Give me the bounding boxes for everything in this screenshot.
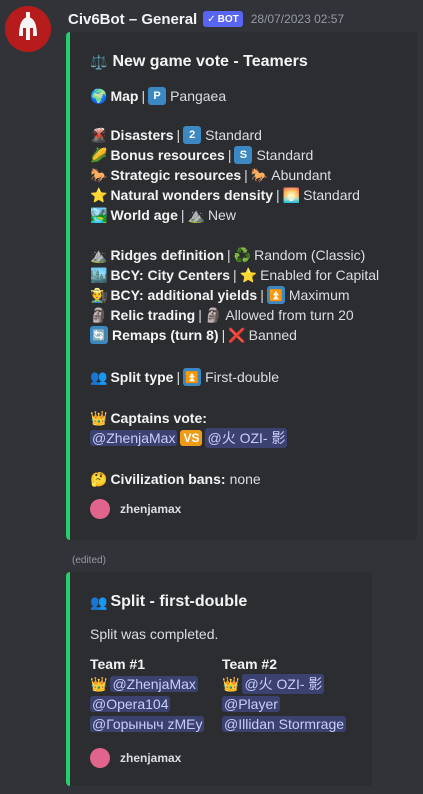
split-title: Split - first-double [110, 593, 248, 610]
volcano-icon: 🌋 [90, 126, 108, 143]
bonus-label: Bonus resources [110, 147, 225, 163]
check-icon: ✓ [207, 13, 216, 25]
timestamp: 28/07/2023 02:57 [250, 12, 345, 26]
remaps-value: Banned [248, 327, 297, 343]
team-1-member[interactable]: @Opera104 [90, 696, 171, 712]
footer-name: zhenjamax [120, 502, 182, 516]
worldage-label: World age [110, 207, 178, 223]
team-1-column: Team #1 👑 @ZhenjaMax @Opera104 @Горыныч … [90, 654, 205, 734]
worldage-value: New [207, 207, 236, 223]
disasters-value: Standard [205, 127, 262, 143]
mention-captain-1[interactable]: @ZhenjaMax [90, 430, 178, 446]
vote-embed: ⚖️ New game vote - Teamers 🌍 Map | P Pan… [66, 32, 417, 540]
city-icon: 🏙️ [90, 266, 108, 283]
spartan-helmet-icon [5, 6, 51, 52]
split-embed: 👥 Split - first-double Split was complet… [66, 572, 372, 786]
relic-value: Allowed from turn 20 [225, 307, 354, 323]
scales-icon: ⚖️ [90, 53, 108, 70]
repeat-icon: 🔄 [90, 326, 108, 344]
ridges-label: Ridges definition [110, 247, 224, 263]
edited-label: (edited) [72, 555, 106, 566]
mountain-icon: ⛰️ [90, 246, 108, 263]
captains-label: Captains vote: [110, 410, 207, 426]
moai-icon: 🗿 [204, 306, 223, 323]
embed-title: New game vote - Teamers [112, 53, 308, 70]
team-1-member[interactable]: @ZhenjaMax [110, 676, 198, 692]
farmer-icon: 🧑‍🌾 [90, 286, 108, 303]
cross-mark-icon: ❌ [228, 326, 246, 343]
bcy-centers-value: Enabled for Capital [260, 267, 380, 283]
bonus-value: Standard [256, 147, 314, 163]
landscape-icon: 🏞️ [90, 206, 108, 223]
team-1-title: Team #1 [90, 656, 145, 672]
fast-up-icon: ⏫ [266, 286, 285, 304]
bot-tag: ✓ BOT [203, 11, 243, 27]
team-1-member[interactable]: @Горыныч zMEy [90, 716, 205, 732]
star-icon: ⭐ [90, 186, 108, 203]
crown-icon: 👑 [90, 675, 108, 692]
recycle-icon: ♻️ [233, 246, 252, 263]
team-2-member[interactable]: @Player [222, 696, 280, 712]
number-two-icon: 2 [183, 126, 202, 144]
bcy-centers-label: BCY: City Centers [110, 267, 230, 283]
wonders-label: Natural wonders density [110, 187, 274, 203]
team-2-member[interactable]: @Illidan Stormrage [222, 716, 347, 732]
vs-icon: VS [180, 430, 203, 446]
moai-icon: 🗿 [90, 306, 108, 323]
split-description: Split was completed. [90, 626, 219, 642]
corn-icon: 🌽 [90, 146, 108, 163]
bans-label: Civilization bans: [110, 471, 226, 487]
footer-avatar [90, 499, 110, 519]
map-value: Pangaea [170, 88, 227, 104]
footer-avatar [90, 748, 110, 768]
thinking-face-icon: 🤔 [90, 470, 108, 487]
horse-icon: 🐎 [250, 166, 269, 183]
fast-up-icon: ⏫ [183, 368, 202, 386]
mention-captain-2[interactable]: @火 OZI- 影 [205, 428, 288, 448]
horse-icon: 🐎 [90, 166, 108, 183]
bcy-yields-label: BCY: additional yields [110, 287, 258, 303]
strategic-value: Abundant [271, 167, 332, 183]
star-icon: ⭐ [239, 266, 258, 283]
crown-icon: 👑 [90, 409, 108, 426]
team-2-column: Team #2 👑 @火 OZI- 影 @Player @Illidan Sto… [222, 654, 347, 734]
strategic-label: Strategic resources [110, 167, 242, 183]
split-label: Split type [110, 369, 174, 385]
bot-avatar[interactable] [5, 6, 51, 52]
relic-label: Relic trading [110, 307, 196, 323]
footer-name: zhenjamax [120, 751, 182, 765]
globe-icon: 🌍 [90, 87, 108, 104]
parking-icon: P [148, 87, 167, 105]
ridges-value: Random (Classic) [254, 247, 366, 263]
disasters-label: Disasters [110, 127, 174, 143]
team-2-member[interactable]: @火 OZI- 影 [242, 674, 325, 694]
users-icon: 👥 [90, 593, 108, 610]
message-header: Civ6Bot – General ✓ BOT 28/07/2023 02:57 [68, 10, 344, 28]
split-value: First-double [205, 369, 280, 385]
crown-icon: 👑 [222, 675, 240, 692]
remaps-label: Remaps (turn 8) [112, 327, 219, 343]
author-name[interactable]: Civ6Bot – General [68, 11, 197, 28]
map-label: Map [110, 88, 139, 104]
sunrise-icon: 🌅 [282, 186, 301, 203]
users-icon: 👥 [90, 368, 108, 385]
bcy-yields-value: Maximum [288, 287, 350, 303]
wonders-value: Standard [303, 187, 360, 203]
team-2-title: Team #2 [222, 656, 277, 672]
letter-s-icon: S [234, 146, 253, 164]
mountain-icon: ⛰️ [187, 206, 205, 223]
bans-value: none [229, 471, 261, 487]
